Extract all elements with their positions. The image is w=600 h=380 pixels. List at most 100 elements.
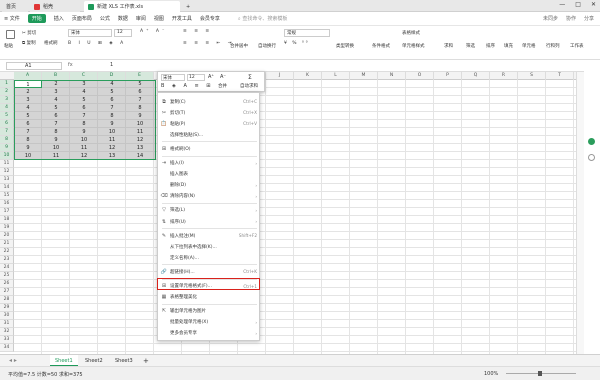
row-header-30[interactable]: 30 (0, 312, 14, 320)
tab-home[interactable]: 首页 (2, 1, 28, 12)
row-header-18[interactable]: 18 (0, 216, 14, 224)
row-header-29[interactable]: 29 (0, 304, 14, 312)
paste-button[interactable] (6, 30, 15, 39)
cell-a2[interactable]: 2 (14, 88, 42, 96)
maximize-button[interactable]: □ (575, 1, 581, 8)
conditional-format-button[interactable]: 条件格式 (372, 43, 390, 49)
row-header-15[interactable]: 15 (0, 192, 14, 200)
context-menu-item[interactable]: ✂ 剪切(T) Ctrl+X (158, 107, 261, 118)
mini-autosum-button[interactable]: 自动求和 (240, 83, 258, 89)
vertical-scrollbar[interactable] (576, 72, 584, 354)
context-menu-item[interactable]: 批量处理单元格(X) › (158, 317, 261, 328)
cell-e10[interactable]: 14 (126, 152, 154, 160)
row-header-13[interactable]: 13 (0, 176, 14, 184)
context-menu-item[interactable]: ⧉ 复制(C) Ctrl+C (158, 96, 261, 107)
merge-button[interactable]: 合并居中 (230, 43, 248, 49)
menu-data[interactable]: 数据 (118, 15, 128, 22)
row-header-24[interactable]: 24 (0, 264, 14, 272)
cell-d2[interactable]: 5 (98, 88, 126, 96)
worksheet-button[interactable]: 工作表 (570, 43, 584, 49)
cell-c10[interactable]: 12 (70, 152, 98, 160)
menu-review[interactable]: 审阅 (136, 15, 146, 22)
row-header-5[interactable]: 5 (0, 112, 14, 120)
context-menu-item[interactable]: 定义名称(A)... (158, 252, 261, 263)
row-header-7[interactable]: 7 (0, 128, 14, 136)
column-header-r[interactable]: R (490, 72, 518, 80)
menu-developer[interactable]: 开发工具 (172, 15, 192, 22)
align-buttons[interactable]: ≡ ≡ ≡ (183, 29, 212, 34)
column-header-o[interactable]: O (406, 72, 434, 80)
row-header-1[interactable]: 1 (0, 80, 14, 88)
cell-c9[interactable]: 11 (70, 144, 98, 152)
cell-a5[interactable]: 5 (14, 112, 42, 120)
menu-page-layout[interactable]: 页面布局 (72, 15, 92, 22)
column-header-j[interactable]: J (266, 72, 294, 80)
column-header-t[interactable]: T (546, 72, 574, 80)
cell-d3[interactable]: 6 (98, 96, 126, 104)
cell-e6[interactable]: 10 (126, 120, 154, 128)
cell-e2[interactable]: 6 (126, 88, 154, 96)
context-menu-item[interactable]: 📋 粘贴(P) Ctrl+V (158, 118, 261, 129)
align-buttons-2[interactable]: ≡ ≡ ≡ ⇤ ⇥ (183, 41, 235, 46)
sync-status[interactable]: 未同步 (543, 15, 558, 22)
context-menu-item[interactable]: ✎ 插入批注(M) Shift+F2 (158, 230, 261, 241)
side-tool-icon[interactable] (588, 138, 595, 145)
cell-d9[interactable]: 12 (98, 144, 126, 152)
font-size-select[interactable]: 12 (114, 29, 132, 37)
row-header-21[interactable]: 21 (0, 240, 14, 248)
cell-d7[interactable]: 10 (98, 128, 126, 136)
cell-e1[interactable]: 5 (126, 80, 154, 88)
cell-a7[interactable]: 7 (14, 128, 42, 136)
cell-b2[interactable]: 3 (42, 88, 70, 96)
row-header-34[interactable]: 34 (0, 344, 14, 352)
context-menu-item[interactable]: ▽ 筛选(L) › (158, 205, 261, 216)
row-header-19[interactable]: 19 (0, 224, 14, 232)
filter-button[interactable]: 筛选 (466, 43, 475, 49)
cell-style-button[interactable]: 单元格样式 (402, 43, 425, 49)
row-header-2[interactable]: 2 (0, 88, 14, 96)
column-header-b[interactable]: B (42, 72, 70, 80)
context-menu-item[interactable]: 🔗 超链接(H)... Ctrl+K (158, 266, 261, 277)
cell-b4[interactable]: 5 (42, 104, 70, 112)
cell-a6[interactable]: 6 (14, 120, 42, 128)
row-header-4[interactable]: 4 (0, 104, 14, 112)
cell-e5[interactable]: 9 (126, 112, 154, 120)
cell-e3[interactable]: 7 (126, 96, 154, 104)
context-menu-item[interactable]: ⊞ 格式刷(O) (158, 143, 261, 154)
cell-d10[interactable]: 13 (98, 152, 126, 160)
type-convert-button[interactable]: 类型转换 (336, 43, 354, 49)
cell-e9[interactable]: 13 (126, 144, 154, 152)
cut-button[interactable]: ✂ 剪切 (22, 30, 36, 36)
cell-c3[interactable]: 5 (70, 96, 98, 104)
mini-format-buttons[interactable]: B ◈ A ≡ ⊞ (161, 83, 213, 89)
share-button[interactable]: 分享 (584, 15, 594, 22)
mini-font-grow[interactable]: A⁺ (208, 74, 214, 80)
table-style-button[interactable]: 表格样式 (402, 30, 420, 36)
context-menu-item[interactable]: 插入图表 (158, 169, 261, 180)
cell-b3[interactable]: 4 (42, 96, 70, 104)
row-header-16[interactable]: 16 (0, 200, 14, 208)
row-header-22[interactable]: 22 (0, 248, 14, 256)
row-header-28[interactable]: 28 (0, 296, 14, 304)
column-header-p[interactable]: P (434, 72, 462, 80)
cell-a8[interactable]: 8 (14, 136, 42, 144)
row-header-25[interactable]: 25 (0, 272, 14, 280)
command-search[interactable]: ⌕ 查找命令、搜索模板 (238, 15, 287, 22)
row-header-32[interactable]: 32 (0, 328, 14, 336)
column-header-a[interactable]: A (14, 72, 42, 80)
row-header-14[interactable]: 14 (0, 184, 14, 192)
column-header-e[interactable]: E (126, 72, 154, 80)
formula-input[interactable]: 1 (110, 62, 113, 68)
close-button[interactable]: ✕ (591, 1, 596, 8)
context-menu-item[interactable]: 更多会员专享 › (158, 328, 261, 339)
row-header-20[interactable]: 20 (0, 232, 14, 240)
name-box[interactable]: A1 (6, 62, 62, 70)
mini-size-select[interactable]: 12 (187, 74, 205, 81)
cell-c8[interactable]: 10 (70, 136, 98, 144)
row-header-33[interactable]: 33 (0, 336, 14, 344)
row-header-3[interactable]: 3 (0, 96, 14, 104)
cell-c6[interactable]: 8 (70, 120, 98, 128)
cell-c5[interactable]: 7 (70, 112, 98, 120)
cell-c1[interactable]: 3 (70, 80, 98, 88)
zoom-level[interactable]: 100% (484, 371, 498, 377)
